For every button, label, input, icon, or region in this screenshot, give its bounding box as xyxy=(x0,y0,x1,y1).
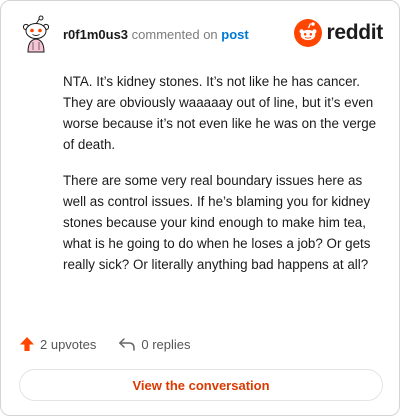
comment-embed-card: r0f1m0us3 commented on post reddit NTA. … xyxy=(0,0,400,416)
view-conversation-button[interactable]: View the conversation xyxy=(19,369,383,401)
replies-action[interactable]: 0 replies xyxy=(118,336,191,352)
reddit-wordmark: reddit xyxy=(326,21,383,44)
commented-on-label: commented on xyxy=(131,27,218,42)
comment-actions: 2 upvotes 0 replies xyxy=(19,334,191,354)
snoo-avatar-icon xyxy=(22,15,50,53)
replies-count: 0 replies xyxy=(141,336,191,352)
avatar[interactable] xyxy=(19,15,53,53)
username-link[interactable]: r0f1m0us3 xyxy=(63,27,128,42)
comment-paragraph: NTA. It’s kidney stones. It’s not like h… xyxy=(63,74,377,152)
comment-header: r0f1m0us3 commented on post reddit xyxy=(19,15,383,55)
comment-body: NTA. It’s kidney stones. It’s not like h… xyxy=(63,71,381,290)
post-link[interactable]: post xyxy=(221,27,248,42)
reddit-alien-icon xyxy=(294,19,323,47)
upvote-arrow-icon xyxy=(20,337,34,351)
comment-paragraph: There are some very real boundary issues… xyxy=(63,173,371,272)
reddit-logo[interactable]: reddit xyxy=(294,18,383,48)
reply-arrow-icon xyxy=(119,338,136,351)
upvotes-count: 2 upvotes xyxy=(40,336,97,352)
upvotes-action[interactable]: 2 upvotes xyxy=(19,336,96,352)
comment-meta: r0f1m0us3 commented on post xyxy=(63,27,249,42)
